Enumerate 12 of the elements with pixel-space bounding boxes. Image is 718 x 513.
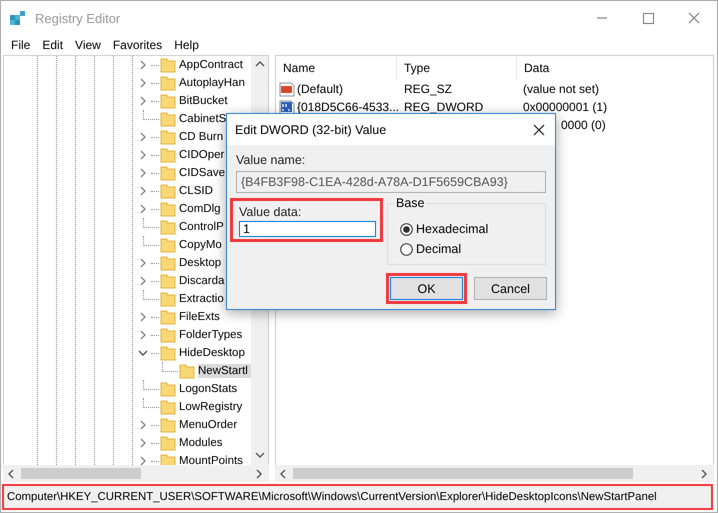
window-title: Registry Editor (35, 10, 122, 26)
group-label: Base (394, 196, 426, 210)
field-label: Value data: (239, 205, 302, 219)
table-cell-text: (value not set) (522, 82, 600, 96)
dialog-title: Edit DWORD (32-bit) Value (235, 122, 388, 136)
table-cell-text: REG_SZ (403, 82, 454, 96)
table-cell-text: 0x00000001 (1) (522, 100, 608, 114)
registry-path: Computer\HKEY_CURRENT_USER\SOFTWARE\Microsoft\Windows\CurrentVersion\Explorer\HideDesktopIcons\NewStartPanel (7, 491, 657, 503)
table-cell-text: REG_DWORD (403, 100, 484, 114)
table-cell: 0000 (0) (561, 118, 606, 132)
value-name-field: {B4FB3F98-C1EA-428d-A78A-D1F5659CBA93} (236, 171, 546, 193)
field-label: Value name: (236, 153, 306, 167)
